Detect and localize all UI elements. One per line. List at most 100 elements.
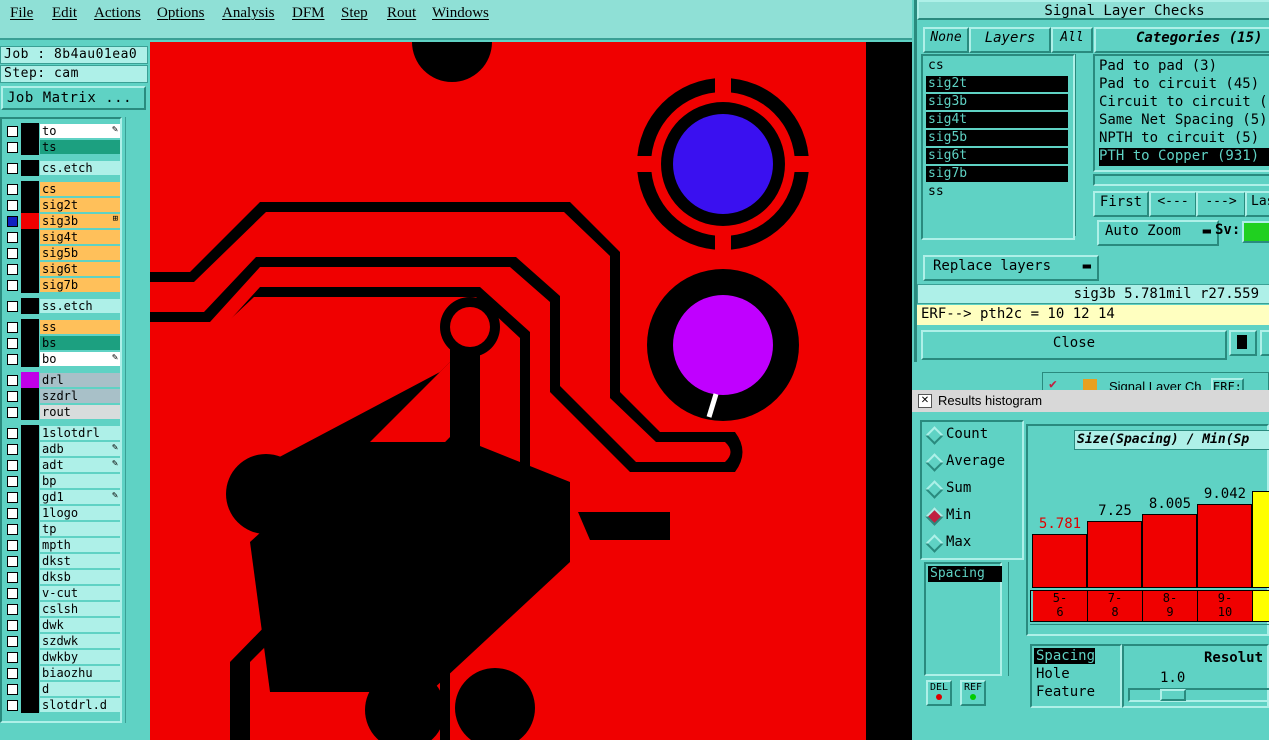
layer-checkbox[interactable] — [7, 391, 18, 402]
layer-name[interactable]: dwkby — [40, 650, 120, 664]
layer-checkbox[interactable] — [7, 492, 18, 503]
layer-row[interactable]: sig4t — [5, 229, 120, 245]
layer-name[interactable]: ss.etch — [40, 299, 120, 313]
slc-layer-list[interactable]: cs sig2t sig3b sig4t sig5b sig6t sig7b ss — [921, 54, 1075, 240]
layer-checkbox[interactable] — [7, 248, 18, 259]
layer-row[interactable]: biaozhu — [5, 665, 120, 681]
layer-name[interactable]: adt — [40, 458, 120, 472]
category-item[interactable]: PTH to Copper (931) — [1099, 148, 1269, 166]
layer-row[interactable]: drl — [5, 372, 120, 388]
layer-color-swatch[interactable] — [21, 245, 39, 261]
layer-row[interactable]: sig7b — [5, 277, 120, 293]
layer-checkbox[interactable] — [7, 216, 18, 227]
layer-color-swatch[interactable] — [21, 473, 39, 489]
layer-checkbox[interactable] — [7, 572, 18, 583]
ref-button[interactable]: REF — [960, 680, 986, 706]
close-button[interactable]: Close — [921, 330, 1227, 360]
layer-row[interactable]: cs — [5, 181, 120, 197]
layer-name[interactable]: d — [40, 682, 120, 696]
histogram-bar[interactable] — [1252, 491, 1269, 588]
layer-list-scrollbar[interactable] — [125, 117, 147, 723]
layer-color-swatch[interactable] — [21, 633, 39, 649]
layer-checkbox[interactable] — [7, 524, 18, 535]
layer-checkbox[interactable] — [7, 684, 18, 695]
layer-color-swatch[interactable] — [21, 505, 39, 521]
slc-layer-item[interactable]: sig6t — [926, 148, 1068, 164]
chart-hscroll[interactable] — [1030, 624, 1269, 634]
layer-name[interactable]: v-cut — [40, 586, 120, 600]
menu-analysis[interactable]: Analysis — [222, 5, 275, 22]
layer-row[interactable]: ss.etch — [5, 298, 120, 314]
category-item[interactable]: Same Net Spacing (5) — [1099, 112, 1269, 130]
layer-checkbox[interactable] — [7, 540, 18, 551]
first-button[interactable]: First — [1093, 191, 1149, 217]
layer-row[interactable]: 1logo — [5, 505, 120, 521]
layer-row[interactable]: v-cut — [5, 585, 120, 601]
prev-button[interactable]: <--- — [1149, 191, 1197, 217]
slc-layer-item[interactable]: ss — [926, 184, 1068, 200]
layer-color-swatch[interactable] — [21, 665, 39, 681]
layer-color-swatch[interactable] — [21, 351, 39, 367]
layer-checkbox[interactable] — [7, 142, 18, 153]
menu-file[interactable]: File — [10, 5, 33, 22]
layer-row[interactable]: ts — [5, 139, 120, 155]
layer-row[interactable]: sig5b — [5, 245, 120, 261]
layer-color-swatch[interactable] — [21, 335, 39, 351]
layer-name[interactable]: bp — [40, 474, 120, 488]
layer-checkbox[interactable] — [7, 407, 18, 418]
layer-color-swatch[interactable] — [21, 404, 39, 420]
sort-list-item[interactable]: Spacing — [928, 566, 1002, 582]
layer-name[interactable]: drl — [40, 373, 120, 387]
radio-max[interactable]: Max — [924, 532, 1014, 554]
layer-row[interactable]: dkst — [5, 553, 120, 569]
menu-edit[interactable]: Edit — [52, 5, 77, 22]
layer-color-swatch[interactable] — [21, 425, 39, 441]
layer-row[interactable]: adb ✎ — [5, 441, 120, 457]
layer-checkbox[interactable] — [7, 444, 18, 455]
layer-color-swatch[interactable] — [21, 617, 39, 633]
layer-color-swatch[interactable] — [21, 441, 39, 457]
radio-average[interactable]: Average — [924, 451, 1014, 473]
layer-row[interactable]: sig3b ⊞ — [5, 213, 120, 229]
histogram-bar[interactable] — [1197, 504, 1252, 588]
radio-sum[interactable]: Sum — [924, 478, 1014, 500]
layer-checkbox[interactable] — [7, 428, 18, 439]
slc-layer-item[interactable]: sig5b — [926, 130, 1068, 146]
layer-color-swatch[interactable] — [21, 681, 39, 697]
layer-row[interactable]: szdrl — [5, 388, 120, 404]
layer-color-swatch[interactable] — [21, 601, 39, 617]
layer-color-swatch[interactable] — [21, 160, 39, 176]
del-button[interactable]: DEL — [926, 680, 952, 706]
menu-rout[interactable]: Rout — [387, 5, 416, 22]
graphic-canvas[interactable] — [150, 42, 912, 740]
layer-row[interactable]: adt ✎ — [5, 457, 120, 473]
layer-row[interactable]: 1slotdrl — [5, 425, 120, 441]
layer-checkbox[interactable] — [7, 200, 18, 211]
layer-row[interactable]: cslsh — [5, 601, 120, 617]
radio-indicator[interactable] — [925, 480, 944, 499]
resolution-slider[interactable] — [1128, 688, 1269, 702]
replace-layers-menu[interactable]: Replace layers ▬ — [923, 255, 1099, 281]
layer-row[interactable]: dksb — [5, 569, 120, 585]
menu-actions[interactable]: Actions — [94, 5, 141, 22]
layer-row[interactable]: sig2t — [5, 197, 120, 213]
layer-name[interactable]: sig5b — [40, 246, 120, 260]
layer-row[interactable]: bp — [5, 473, 120, 489]
layer-row[interactable]: cs.etch — [5, 160, 120, 176]
layer-checkbox[interactable] — [7, 354, 18, 365]
layer-name[interactable]: sig4t — [40, 230, 120, 244]
sort-by-item[interactable]: Feature — [1034, 684, 1095, 700]
layer-row[interactable]: dwk — [5, 617, 120, 633]
layer-color-swatch[interactable] — [21, 585, 39, 601]
layer-row[interactable]: mpth — [5, 537, 120, 553]
resolution-slider-handle[interactable] — [1160, 689, 1186, 701]
radio-min[interactable]: Min — [924, 505, 1014, 527]
layer-name[interactable]: sig7b — [40, 278, 120, 292]
menu-dfm[interactable]: DFM — [292, 5, 325, 22]
layer-row[interactable]: bo ✎ — [5, 351, 120, 367]
layer-row[interactable]: tp — [5, 521, 120, 537]
last-button[interactable]: Las — [1245, 191, 1269, 217]
layer-name[interactable]: 1slotdrl — [40, 426, 120, 440]
slc-layer-item[interactable]: sig4t — [926, 112, 1068, 128]
layer-name[interactable]: szdrl — [40, 389, 120, 403]
